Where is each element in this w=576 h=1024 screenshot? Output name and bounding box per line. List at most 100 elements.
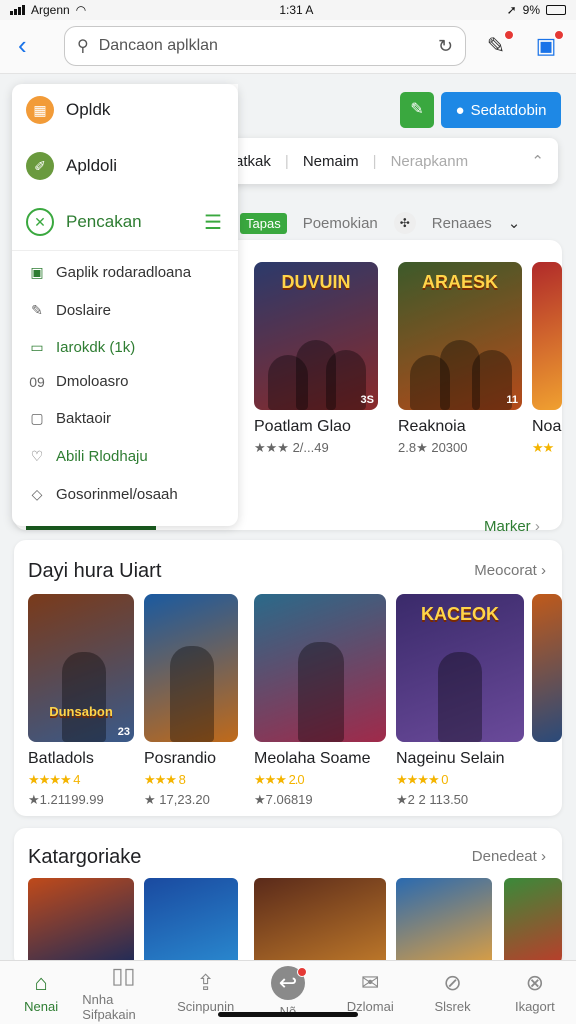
rocket-icon[interactable]: ✎ [482,30,514,60]
game-title: Posrandio [144,750,217,767]
chevron-up-icon[interactable]: ⌃ [531,152,544,170]
blue-action-button[interactable]: ● Sedatdobin [441,92,561,128]
category-thumbnail[interactable] [254,878,386,968]
chevron-right-icon: › [541,848,546,865]
filter-option[interactable]: Nerapkanm [391,153,469,170]
game-thumbnail: KACEOK [396,594,524,742]
notification-dot [296,967,307,977]
drawer-subitem[interactable]: ♡ Abili Rlodhaju [28,448,148,465]
drawer-subitem[interactable]: ✎ Doslaire [28,302,111,319]
drawer-item-label: Opldk [66,100,111,119]
heart-icon: ♡ [30,448,44,464]
cancel-icon: ⊗ [525,970,545,995]
carrier-label: Argenn [31,3,70,17]
game-logo: ARAESK [421,272,498,292]
number-icon: 09 [29,373,45,390]
game-thumbnail [144,594,238,742]
side-drawer: ▦ Opldk ✐ Apldoli ✕ Pencakan ☰ ▣ Gaplik r… [12,84,238,526]
tab-poemokian[interactable]: Poemokian [303,215,378,232]
featured-more-link[interactable]: Marker › [484,518,540,535]
location-icon: ➚ [506,3,517,17]
chevron-right-icon: › [541,562,546,579]
nav-label: Nnha Sifpakain [82,991,136,1022]
gamepad-icon[interactable]: ✣ [393,212,416,234]
back-icon[interactable]: ‹ [18,32,48,62]
chevron-down-icon[interactable]: ⌄ [508,214,521,232]
drawer-subitem-label: Baktaoir [56,410,112,427]
age-rating: 11 [506,394,518,406]
popular-section: Dayi hura Uiart Meocorat › Dunsabon 23 B… [14,540,562,816]
category-thumbnail[interactable] [28,878,134,968]
section-more-label: Meocorat [474,562,537,579]
categories-section: Katargoriake Denedeat › [14,828,562,968]
drawer-subitem[interactable]: 09 Dmoloasro [28,373,128,390]
compass-icon: ✕ [26,208,54,236]
game-rating: ★★★★ 0 [396,772,448,787]
category-thumbnail[interactable] [504,878,562,968]
green-action-button[interactable]: ✎ [400,92,434,128]
age-rating: 23 [117,726,130,738]
game-logo: DUVUIN [281,272,351,292]
nav-item-apps[interactable]: ▯▯ Nnha Sifpakain [82,961,164,1024]
card-icon: ▭ [30,339,44,355]
category-thumbnail[interactable] [396,878,492,968]
filter-option[interactable]: Nemaim [303,153,359,170]
section-title: Dayi hura Uiart [28,560,162,582]
game-card[interactable]: Noa ★★ [532,262,562,456]
refresh-icon[interactable]: ↻ [438,36,453,57]
battery-label: 9% [522,3,540,17]
game-thumbnail: DUVUIN 3S [254,262,378,410]
search-input[interactable]: ⚲ Dancaon aplklan ↻ [64,26,466,66]
chevron-right-icon: › [534,518,540,535]
game-meta: ★ 17,23.20 [144,792,210,807]
signal-icon [10,5,25,15]
game-rating: ★★★ 2.0 [254,772,305,787]
leaf-icon: ✐ [26,152,54,180]
game-card[interactable] [532,594,562,742]
list-icon[interactable]: ☰ [204,210,222,235]
game-meta: 2.8★ 20300 [398,440,468,455]
drawer-subitem-label: Gaplik rodaradloana [56,264,192,281]
game-title: Noa [532,418,562,435]
nav-label: Slsrek [434,999,471,1014]
game-card[interactable]: Dunsabon 23 Batladols ★★★★ 4 ★1.21199.99 [28,594,134,808]
drawer-item-apldoli[interactable]: ✐ Apldoli [26,152,117,180]
chat-icon: ▢ [30,410,44,426]
search-icon: ⚲ [77,38,89,55]
game-card[interactable]: ARAESK 11 Reaknoia 2.8★ 20300 [398,262,522,456]
nav-item-home[interactable]: ⌂ Nenai [0,961,82,1024]
inbox-icon[interactable]: ▣ [532,30,564,60]
drawer-item-pencakan[interactable]: ✕ Pencakan ☰ [26,208,222,236]
section-more-link[interactable]: Denedeat › [472,848,546,865]
search-placeholder: Dancaon aplklan [98,37,218,54]
game-card[interactable]: KACEOK Nageinu Selain ★★★★ 0 ★2 2 113.50 [396,594,524,808]
nav-item-category[interactable]: ⊗ Ikagort [494,961,576,1024]
age-rating: 3S [360,394,374,406]
drawer-subitem[interactable]: ◇ Gosorinmel/osaah [28,486,178,503]
drawer-item-opldk[interactable]: ▦ Opldk [26,96,110,124]
game-card[interactable]: Posrandio ★★★ 8 ★ 17,23.20 [144,594,238,808]
game-title: Reaknoia [398,418,466,435]
clock: 1:31 A [279,3,314,17]
drawer-subitem[interactable]: ▣ Gaplik rodaradloana [28,264,191,281]
grid-icon: ▣ [30,264,44,280]
drawer-subitem[interactable]: ▢ Baktaoir [28,410,111,427]
nav-item-explore[interactable]: ⊘ Slsrek [411,961,493,1024]
nav-label: Ikagort [514,999,555,1014]
user-icon: ● [455,101,465,119]
game-title: Meolaha Soame [254,750,371,767]
drawer-item-label: Apldoli [66,156,118,175]
game-title: Poatlam Glao [254,418,351,435]
tab-renaaes[interactable]: Renaaes [432,215,492,232]
game-meta: ★★ [532,440,554,455]
section-more-link[interactable]: Meocorat › [474,562,546,579]
category-thumbnail[interactable] [144,878,238,968]
game-card[interactable]: Meolaha Soame ★★★ 2.0 ★7.06819 [254,594,386,808]
drawer-subitem[interactable]: ▭ Iarokdk (1k) [28,339,135,356]
edit-icon: ✎ [410,101,424,118]
nav-label: Nenai [24,999,59,1014]
game-card[interactable]: DUVUIN 3S Poatlam Glao ★★★ 2/...49 [254,262,378,456]
tab-tapas[interactable]: Tapas [240,212,287,234]
section-title: Katargoriake [28,846,142,868]
pencil-icon: ✎ [31,302,43,318]
